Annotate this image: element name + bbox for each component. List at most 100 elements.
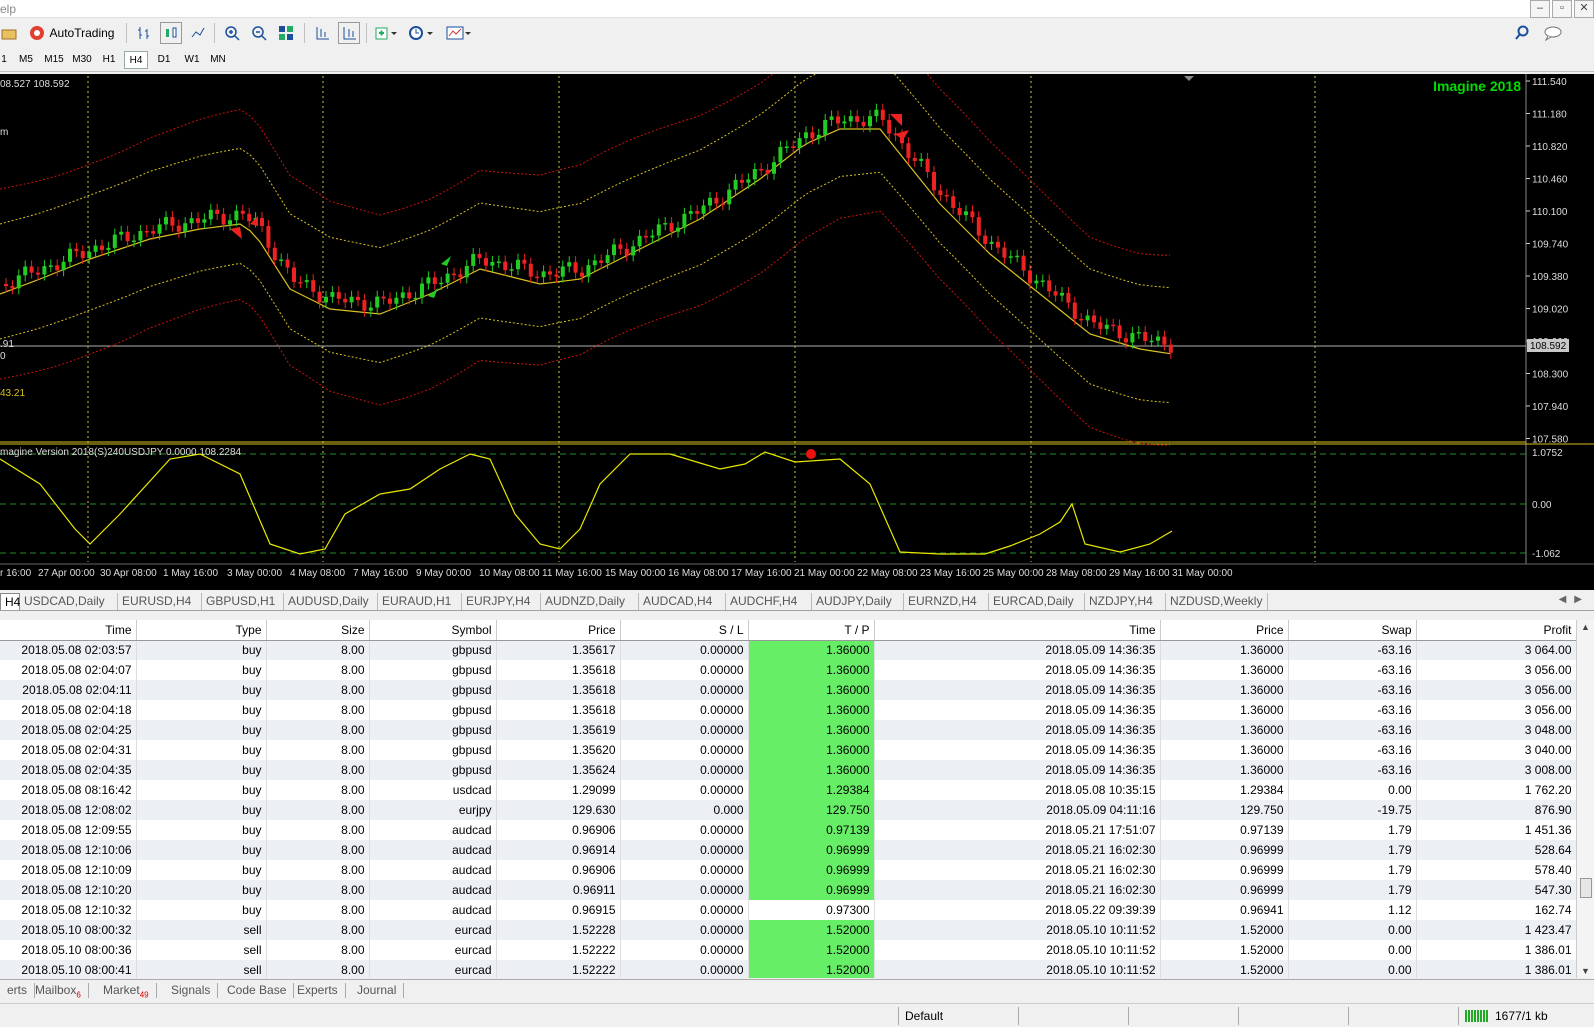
timeframe-button[interactable]: M15	[40, 51, 68, 69]
table-row[interactable]: 2018.05.08 12:08:02 buy 8.00 eurjpy 129.630 0…	[0, 800, 1576, 820]
chart-tab[interactable]: EURJPY,H4	[462, 593, 541, 610]
autoscroll-icon[interactable]	[338, 22, 360, 44]
chart-tab[interactable]: EURNZD,H4	[904, 593, 989, 610]
column-header[interactable]: Price	[496, 620, 621, 641]
table-row[interactable]: 2018.05.10 08:00:32 sell 8.00 eurcad 1.52228…	[0, 920, 1576, 940]
chart-tab[interactable]: EURAUD,H1	[378, 593, 462, 610]
search-icon[interactable]	[1512, 22, 1532, 44]
table-cell: 0.96999	[1160, 880, 1289, 900]
scroll-thumb[interactable]	[1580, 878, 1592, 898]
terminal-tab[interactable]: Signals	[164, 983, 219, 998]
candle-body	[624, 248, 629, 256]
scroll-up-icon[interactable]: ▲	[1581, 622, 1590, 632]
candlestick-icon[interactable]	[160, 22, 182, 44]
menu-help[interactable]: elp	[0, 2, 16, 16]
table-row[interactable]: 2018.05.08 02:04:35 buy 8.00 gbpusd 1.35624 0…	[0, 760, 1576, 780]
column-header[interactable]: Price	[1160, 620, 1289, 641]
column-header[interactable]: Type	[136, 620, 267, 641]
timeframe-button[interactable]: D1	[152, 51, 176, 69]
candle-body	[362, 300, 367, 311]
table-row[interactable]: 2018.05.08 02:04:18 buy 8.00 gbpusd 1.35618 0…	[0, 700, 1576, 720]
chart-tab[interactable]: AUDJPY,Daily	[812, 593, 904, 610]
table-row[interactable]: 2018.05.08 12:09:55 buy 8.00 audcad 0.96906 0…	[0, 820, 1576, 840]
column-header[interactable]: Swap	[1288, 620, 1417, 641]
table-cell: 0.00000	[620, 760, 749, 780]
candle-body	[637, 235, 642, 247]
chart-tab[interactable]: AUDCHF,H4	[726, 593, 812, 610]
table-row[interactable]: 2018.05.08 02:04:25 buy 8.00 gbpusd 1.35619 0…	[0, 720, 1576, 740]
table-row[interactable]: 2018.05.08 12:10:20 buy 8.00 audcad 0.96911 0…	[0, 880, 1576, 900]
templates-dropdown-icon[interactable]	[444, 22, 474, 44]
table-cell: 0.00000	[620, 820, 749, 840]
folder-icon[interactable]	[0, 22, 18, 44]
table-row[interactable]: 2018.05.08 12:10:06 buy 8.00 audcad 0.96914 0…	[0, 840, 1576, 860]
time-label: 11 May 16:00	[542, 568, 602, 579]
chart-tab[interactable]: AUDNZD,Daily	[541, 593, 639, 610]
chart-tab[interactable]: USDCAD,Daily	[20, 593, 118, 610]
indicators-dropdown-icon[interactable]	[372, 22, 400, 44]
table-cell: 2018.05.10 08:00:36	[0, 940, 137, 960]
chart-tab[interactable]: AUDCAD,H4	[639, 593, 726, 610]
table-cell: 1 386.01	[1416, 960, 1576, 978]
table-scrollbar[interactable]: ▲ ▼	[1576, 620, 1594, 978]
candle-body	[464, 265, 469, 278]
line-chart-icon[interactable]	[188, 22, 208, 44]
column-header[interactable]: Symbol	[369, 620, 497, 641]
chart-shift-icon[interactable]	[312, 22, 332, 44]
timeframe-button[interactable]: M5	[14, 51, 38, 69]
column-header[interactable]: Profit	[1416, 620, 1576, 641]
tile-windows-icon[interactable]	[276, 22, 296, 44]
table-cell: 8.00	[266, 920, 370, 940]
timeframe-button[interactable]: M30	[68, 51, 96, 69]
close-button[interactable]: ✕	[1574, 0, 1594, 18]
column-header[interactable]: Size	[266, 620, 370, 641]
table-row[interactable]: 2018.05.08 02:04:11 buy 8.00 gbpusd 1.35618 0…	[0, 680, 1576, 700]
chart-canvas[interactable]: 111.540 111.180 110.820 110.460 110.100 109.7…	[0, 74, 1594, 590]
chart-tab-active[interactable]: H4	[0, 593, 20, 610]
tab-scroll-arrows[interactable]: ◀▶	[1559, 594, 1590, 605]
terminal-tab[interactable]: Code Base	[220, 983, 295, 998]
column-header[interactable]: S / L	[620, 620, 749, 641]
table-row[interactable]: 2018.05.10 08:00:36 sell 8.00 eurcad 1.52222…	[0, 940, 1576, 960]
table-row[interactable]: 2018.05.08 12:10:32 buy 8.00 audcad 0.96915 0…	[0, 900, 1576, 920]
periods-dropdown-icon[interactable]	[406, 22, 436, 44]
candle-body	[330, 292, 335, 297]
zoom-out-icon[interactable]	[249, 22, 269, 44]
chart-tab[interactable]: EURUSD,H4	[118, 593, 202, 610]
chart-tab[interactable]: NZDJPY,H4	[1085, 593, 1166, 610]
candle-body	[720, 203, 725, 206]
zoom-in-icon[interactable]	[222, 22, 242, 44]
chat-icon[interactable]	[1542, 22, 1564, 44]
timeframe-button-active[interactable]: H4	[124, 51, 148, 69]
terminal-tab[interactable]: Journal	[350, 983, 405, 998]
table-row[interactable]: 2018.05.08 02:03:57 buy 8.00 gbpusd 1.35617 0…	[0, 640, 1576, 660]
restore-button[interactable]: ▫	[1552, 0, 1572, 18]
table-row[interactable]: 2018.05.08 08:16:42 buy 8.00 usdcad 1.29099 0…	[0, 780, 1576, 800]
timeframe-button[interactable]: MN	[206, 51, 230, 69]
timeframe-button[interactable]: W1	[180, 51, 204, 69]
table-row[interactable]: 2018.05.08 02:04:31 buy 8.00 gbpusd 1.35620 0…	[0, 740, 1576, 760]
terminal-tab[interactable]: Experts	[290, 983, 346, 998]
connection-status[interactable]: 1677/1 kb	[1458, 1007, 1594, 1025]
candle-body	[388, 298, 392, 304]
chart-tab[interactable]: NZDUSD,Weekly	[1166, 593, 1268, 610]
table-row[interactable]: 2018.05.08 02:04:07 buy 8.00 gbpusd 1.35618 0…	[0, 660, 1576, 680]
autotrading-button[interactable]: AutoTrading	[24, 22, 118, 44]
table-row[interactable]: 2018.05.08 12:10:09 buy 8.00 audcad 0.96906 0…	[0, 860, 1576, 880]
column-header[interactable]: Time	[874, 620, 1161, 641]
column-header[interactable]: Time	[0, 620, 137, 641]
bar-chart-icon[interactable]	[134, 22, 154, 44]
column-header[interactable]: T / P	[748, 620, 875, 641]
table-row[interactable]: 2018.05.10 08:00:41 sell 8.00 eurcad 1.52222…	[0, 960, 1576, 978]
minimize-button[interactable]: –	[1530, 0, 1550, 18]
timeframe-button[interactable]: 1	[0, 51, 8, 69]
scroll-down-icon[interactable]: ▼	[1581, 966, 1590, 976]
chart-tab[interactable]: GBPUSD,H1	[202, 593, 284, 610]
timeframe-button[interactable]: H1	[97, 51, 121, 69]
chart-tab[interactable]: EURCAD,Daily	[989, 593, 1085, 610]
terminal-tab[interactable]: Mailbox6	[28, 983, 89, 999]
chart-tab[interactable]: AUDUSD,Daily	[284, 593, 378, 610]
price-chart[interactable]: 111.540 111.180 110.820 110.460 110.100 109.7…	[0, 74, 1594, 590]
table-cell: eurcad	[369, 920, 497, 940]
terminal-tab[interactable]: Market49	[96, 983, 157, 999]
